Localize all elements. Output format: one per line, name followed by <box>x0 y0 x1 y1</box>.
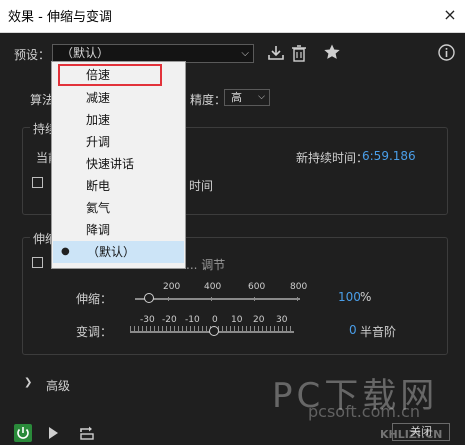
window-title: 效果 - 伸缩与变调 <box>8 10 112 25</box>
pitch-tick-label: 20 <box>253 315 265 325</box>
download-icon[interactable] <box>267 44 285 65</box>
dropdown-item-fast-speech[interactable]: 快速讲话 <box>52 153 185 175</box>
trash-icon[interactable] <box>291 44 307 65</box>
quality-label: 精度： <box>190 93 227 107</box>
pitch-tick-label: -30 <box>140 315 155 325</box>
chevron-down-icon: ⌵ <box>258 92 265 102</box>
preset-value: （默认） <box>61 46 110 60</box>
dropdown-item-label: 降调 <box>86 223 111 237</box>
selected-bullet-icon: ● <box>61 246 70 257</box>
stretch-tick-label: 600 <box>248 282 266 292</box>
dropdown-item-label: 氦气 <box>86 201 111 215</box>
pitch-tick-label: 10 <box>231 315 243 325</box>
title-bar: 效果 - 伸缩与变调 × <box>0 0 465 33</box>
lock-duration-checkbox[interactable] <box>32 177 43 188</box>
dropdown-item-lower-pitch[interactable]: 降调 <box>52 219 185 241</box>
power-icon <box>17 427 29 439</box>
dropdown-item-raise-pitch[interactable]: 升调 <box>52 131 185 153</box>
dropdown-item-default[interactable]: ● （默认） <box>53 241 184 263</box>
play-icon[interactable] <box>46 425 60 444</box>
stretch-unit: % <box>360 290 372 304</box>
loop-icon[interactable] <box>78 424 96 445</box>
preset-label: 预设： <box>14 48 51 62</box>
dropdown-item-label: 倍速 <box>86 68 111 82</box>
dropdown-item-slow-down[interactable]: 减速 <box>52 87 185 109</box>
power-button[interactable] <box>14 424 32 442</box>
new-duration-value[interactable]: 6:59.186 <box>362 149 416 163</box>
pitch-unit: 半音阶 <box>360 325 397 339</box>
stretch-tick-label: 800 <box>290 282 308 292</box>
stretch-checkbox-label: ... 调节 <box>186 258 226 272</box>
preset-dropdown-menu: 倍速 减速 加速 升调 快速讲话 断电 氦气 降调 ● （默认） <box>51 61 186 269</box>
dropdown-item-label: 减速 <box>86 91 111 105</box>
pitch-tick-label: -20 <box>162 315 177 325</box>
advanced-label[interactable]: 高级 <box>46 377 70 394</box>
stretch-checkbox[interactable] <box>32 257 43 268</box>
star-icon[interactable] <box>323 43 341 64</box>
dropdown-item-label: 快速讲话 <box>86 157 135 171</box>
close-icon[interactable]: × <box>435 0 465 32</box>
dropdown-item-label: 断电 <box>86 179 111 193</box>
dropdown-item-power-off[interactable]: 断电 <box>52 175 185 197</box>
stretch-tick-label: 200 <box>163 282 181 292</box>
stretch-ruler: 200 400 600 800 <box>160 282 310 306</box>
lock-duration-label: 时间 <box>189 179 214 193</box>
pitch-value[interactable]: 0 <box>349 323 357 337</box>
pitch-knob[interactable] <box>209 326 219 336</box>
stretch-label: 伸缩： <box>76 292 113 306</box>
stretch-knob[interactable] <box>144 293 154 303</box>
pitch-label: 变调： <box>76 325 113 339</box>
dropdown-item-2x-speed[interactable]: 倍速 <box>58 64 162 86</box>
new-duration-label: 新持续时间： <box>296 151 369 165</box>
pitch-tick-label: -10 <box>185 315 200 325</box>
chevron-down-icon: ⌵ <box>241 48 249 59</box>
close-button[interactable]: 关闭 <box>392 423 450 441</box>
quality-value: 高 <box>231 91 242 104</box>
dropdown-item-label: （默认） <box>87 245 136 259</box>
info-icon[interactable] <box>438 44 455 64</box>
dropdown-item-label: 升调 <box>86 135 111 149</box>
dropdown-item-helium[interactable]: 氦气 <box>52 197 185 219</box>
watermark-pcsoft: pcsoft.com.cn <box>308 402 420 421</box>
dropdown-item-speed-up[interactable]: 加速 <box>52 109 185 131</box>
dropdown-item-label: 加速 <box>86 113 111 127</box>
pitch-tick-label: 30 <box>276 315 288 325</box>
pitch-tick-label: 0 <box>212 315 218 325</box>
quality-select[interactable]: 高 ⌵ <box>224 89 270 106</box>
chevron-right-icon[interactable]: ❯ <box>24 377 32 388</box>
stretch-track[interactable] <box>135 298 300 300</box>
stretch-value[interactable]: 100 <box>338 290 361 304</box>
stretch-tick-label: 400 <box>204 282 222 292</box>
